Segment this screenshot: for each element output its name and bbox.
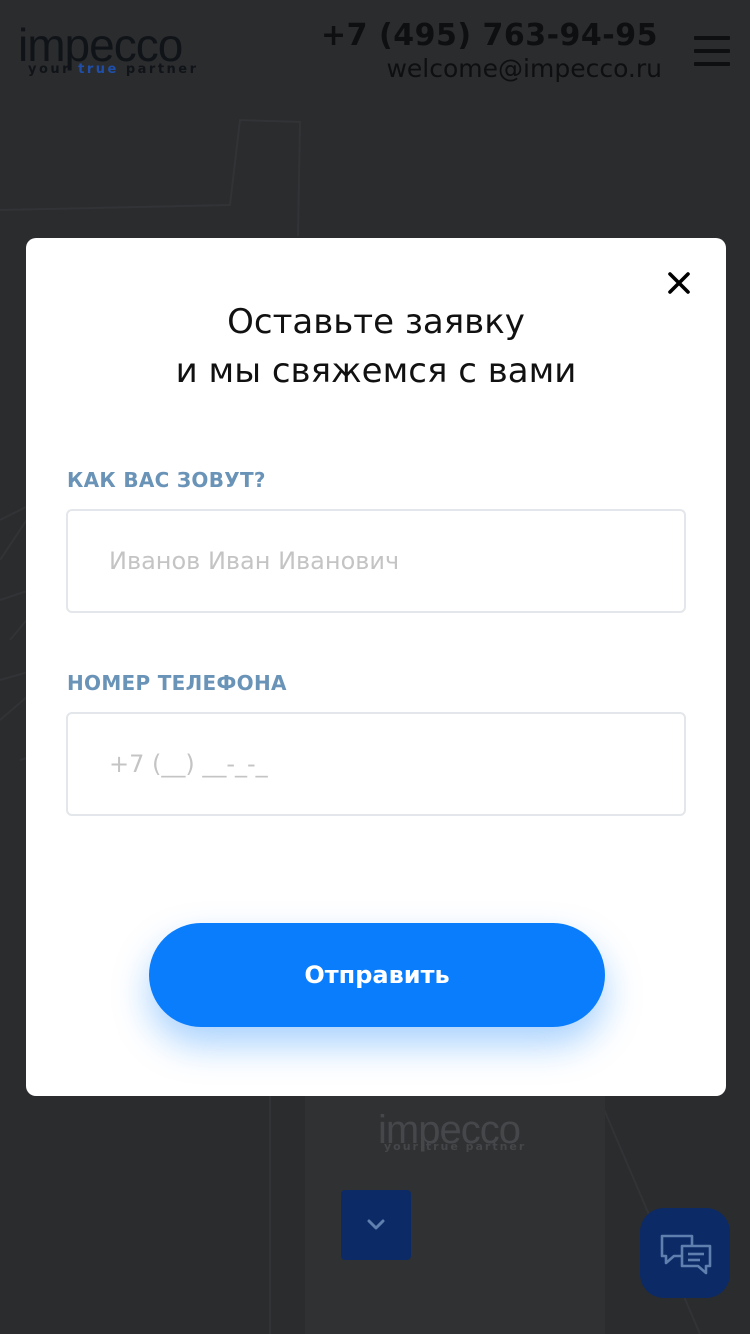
modal-title-line2: и мы свяжемся с вами [175,351,577,391]
logo-tagline-b: true [78,62,119,77]
site-logo[interactable]: impecco your true partner [18,22,208,82]
close-icon [668,272,690,294]
page: impecco your true partner +7 (495) 763-9… [0,0,750,1334]
chevron-down-icon [367,1219,385,1230]
modal-title: Оставьте заявку и мы свяжемся с вами [26,298,726,396]
logo-tagline: your true partner [28,62,199,77]
close-button[interactable] [664,268,694,298]
name-field-label: КАК ВАС ЗОВУТ? [67,468,266,492]
modal-title-line1: Оставьте заявку [227,302,525,342]
callback-modal: Оставьте заявку и мы свяжемся с вами КАК… [26,238,726,1096]
hamburger-menu-icon[interactable] [694,36,730,66]
site-header: impecco your true partner +7 (495) 763-9… [0,0,750,100]
logo-tagline-a: your [28,62,79,77]
background-logo-tagline: your true partner [384,1140,527,1153]
chat-bubbles-icon [660,1234,712,1275]
logo-tagline-c: partner [118,62,199,77]
header-email-link[interactable]: welcome@impecco.ru [386,54,662,83]
phone-field-label: НОМЕР ТЕЛЕФОНА [67,671,287,695]
chat-button[interactable] [640,1208,730,1298]
header-phone-link[interactable]: +7 (495) 763-94-95 [321,18,658,53]
submit-button[interactable]: Отправить [149,923,605,1027]
name-input[interactable] [68,511,684,611]
phone-input[interactable] [68,714,684,814]
name-field[interactable] [66,509,686,613]
scroll-down-button[interactable] [341,1190,411,1260]
phone-field[interactable] [66,712,686,816]
